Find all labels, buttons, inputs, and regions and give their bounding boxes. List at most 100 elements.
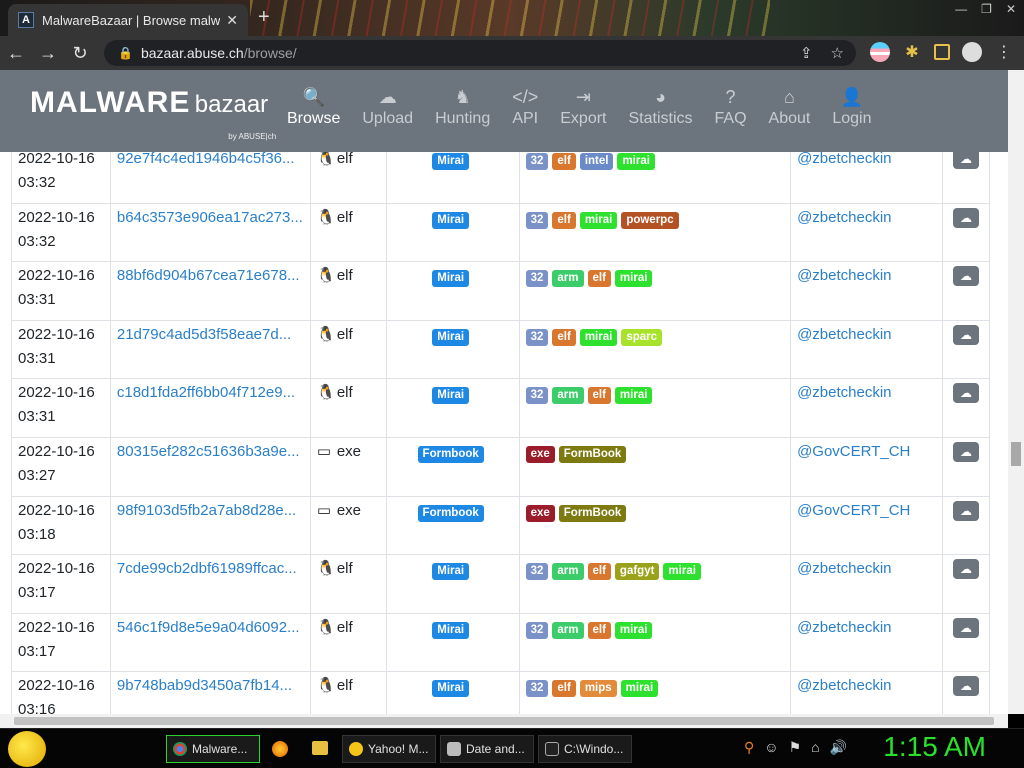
- tag-badge[interactable]: exe: [525, 445, 555, 463]
- window-close-icon[interactable]: ✕: [1006, 2, 1016, 16]
- browser-tab[interactable]: A MalwareBazaar | Browse malware ✕: [8, 4, 248, 36]
- signature-badge[interactable]: Mirai: [432, 621, 470, 639]
- taskbar-item-date-time[interactable]: Date and...: [440, 735, 534, 763]
- reporter-link[interactable]: @zbetcheckin: [790, 202, 943, 263]
- signature-badge[interactable]: Formbook: [417, 504, 484, 522]
- signature-badge[interactable]: Mirai: [432, 211, 470, 229]
- tag-badge[interactable]: 32: [525, 328, 549, 346]
- address-bar[interactable]: 🔒 bazaar.abuse.ch /browse/ ⇪ ☆: [104, 40, 856, 66]
- new-tab-icon[interactable]: +: [258, 6, 270, 29]
- folder-icon[interactable]: [312, 741, 328, 755]
- tag-badge[interactable]: mips: [579, 680, 617, 698]
- tag-badge[interactable]: mirai: [663, 563, 701, 581]
- tag-badge[interactable]: 32: [525, 680, 549, 698]
- tag-badge[interactable]: mirai: [579, 211, 618, 229]
- profile-flag-icon[interactable]: [870, 42, 890, 62]
- signature-badge[interactable]: Mirai: [432, 153, 470, 170]
- reporter-link[interactable]: @zbetcheckin: [790, 378, 943, 438]
- signature-badge[interactable]: Mirai: [432, 328, 470, 346]
- tag-badge[interactable]: gafgyt: [614, 563, 660, 581]
- tag-badge[interactable]: 32: [525, 621, 549, 639]
- tag-badge[interactable]: 32: [525, 153, 549, 170]
- nav-about[interactable]: ⌂ About: [758, 84, 822, 128]
- share-icon[interactable]: ⇪: [800, 44, 813, 62]
- vertical-scroll-thumb[interactable]: [1011, 442, 1021, 466]
- start-button-smiley-icon[interactable]: [8, 731, 46, 767]
- nav-login[interactable]: 👤 Login: [821, 84, 882, 128]
- lock-icon[interactable]: 🔒: [118, 46, 133, 60]
- download-cloud-icon[interactable]: ☁: [952, 324, 979, 345]
- tag-badge[interactable]: elf: [552, 680, 576, 698]
- sha256-link[interactable]: 9b748bab9d3450a7fb14...: [109, 671, 311, 714]
- taskbar-item-chrome[interactable]: Malware...: [166, 735, 260, 763]
- tag-badge[interactable]: FormBook: [558, 504, 627, 522]
- tag-badge[interactable]: elf: [587, 270, 611, 288]
- tag-badge[interactable]: elf: [552, 211, 576, 229]
- sha256-link[interactable]: c18d1fda2ff6bb04f712e9...: [109, 378, 311, 438]
- nav-upload[interactable]: ☁ Upload: [351, 84, 424, 128]
- reporter-link[interactable]: @GovCERT_CH: [790, 436, 943, 497]
- tag-badge[interactable]: arm: [552, 387, 584, 405]
- horizontal-scrollbar[interactable]: [0, 714, 1008, 728]
- back-icon[interactable]: ←: [0, 43, 32, 64]
- download-cloud-icon[interactable]: ☁: [952, 152, 979, 169]
- reporter-link[interactable]: @zbetcheckin: [790, 261, 943, 321]
- download-cloud-icon[interactable]: ☁: [952, 207, 979, 228]
- sha256-link[interactable]: 546c1f9d8e5e9a04d6092...: [109, 612, 311, 673]
- tag-badge[interactable]: mirai: [614, 387, 653, 405]
- download-cloud-icon[interactable]: ☁: [952, 383, 979, 404]
- download-cloud-icon[interactable]: ☁: [952, 617, 979, 638]
- sha256-link[interactable]: 80315ef282c51636b3a9e...: [109, 436, 311, 497]
- signature-badge[interactable]: Mirai: [432, 387, 470, 405]
- nav-statistics[interactable]: ◕ Statistics: [618, 84, 704, 128]
- sha256-link[interactable]: 92e7f4c4ed1946b4c5f36...: [109, 152, 311, 204]
- nav-browse[interactable]: 🔍 Browse: [276, 84, 351, 128]
- vertical-scrollbar[interactable]: [1008, 70, 1024, 714]
- signature-badge[interactable]: Mirai: [432, 680, 470, 698]
- sha256-link[interactable]: 7cde99cb2dbf61989ffcac...: [109, 554, 311, 614]
- reporter-link[interactable]: @GovCERT_CH: [790, 495, 943, 556]
- sha256-link[interactable]: 88bf6d904b67cea71e678...: [109, 261, 311, 321]
- reload-icon[interactable]: ↻: [64, 43, 96, 64]
- reporter-link[interactable]: @zbetcheckin: [790, 612, 943, 673]
- account-avatar-icon[interactable]: [962, 42, 982, 62]
- extensions-puzzle-icon[interactable]: ✱: [902, 42, 922, 62]
- menu-kebab-icon[interactable]: ⋮: [994, 42, 1014, 62]
- reporter-link[interactable]: @zbetcheckin: [790, 152, 943, 204]
- taskbar-item-cmd[interactable]: C:\Windo...: [538, 735, 632, 763]
- tag-badge[interactable]: elf: [587, 563, 611, 581]
- download-cloud-icon[interactable]: ☁: [952, 559, 979, 580]
- site-logo[interactable]: MALWARE bazaar by ABUSE|ch: [30, 86, 276, 141]
- sha256-link[interactable]: 98f9103d5fb2a7ab8d28e...: [109, 495, 311, 556]
- tab-close-icon[interactable]: ✕: [226, 12, 238, 29]
- tag-badge[interactable]: mirai: [614, 270, 653, 288]
- tag-badge[interactable]: exe: [525, 504, 555, 522]
- download-cloud-icon[interactable]: ☁: [952, 266, 979, 287]
- tag-badge[interactable]: mirai: [614, 621, 653, 639]
- reporter-link[interactable]: @zbetcheckin: [790, 671, 943, 714]
- nav-export[interactable]: ⇥ Export: [549, 84, 617, 128]
- forward-icon[interactable]: →: [32, 43, 64, 64]
- tag-badge[interactable]: arm: [552, 621, 584, 639]
- tag-badge[interactable]: mirai: [579, 328, 618, 346]
- search-tray-icon[interactable]: ⚲: [744, 739, 754, 756]
- download-cloud-icon[interactable]: ☁: [952, 676, 979, 697]
- volume-tray-icon[interactable]: 🔊: [830, 739, 847, 756]
- horizontal-scroll-thumb[interactable]: [14, 717, 994, 725]
- reporter-link[interactable]: @zbetcheckin: [790, 554, 943, 614]
- network-tray-icon[interactable]: ⚑: [789, 739, 802, 756]
- tag-badge[interactable]: 32: [525, 211, 549, 229]
- sha256-link[interactable]: 21d79c4ad5d3f58eae7d...: [109, 319, 311, 380]
- download-cloud-icon[interactable]: ☁: [952, 500, 979, 521]
- taskbar-clock[interactable]: 1:15 AM: [883, 731, 986, 763]
- signature-badge[interactable]: Formbook: [417, 445, 484, 463]
- tag-badge[interactable]: 32: [525, 563, 549, 581]
- tag-badge[interactable]: arm: [552, 270, 584, 288]
- tag-badge[interactable]: elf: [587, 387, 611, 405]
- firefox-icon[interactable]: [272, 741, 288, 757]
- minimize-icon[interactable]: —: [955, 2, 967, 16]
- nav-faq[interactable]: ? FAQ: [704, 84, 758, 128]
- tag-badge[interactable]: elf: [587, 621, 611, 639]
- reporter-link[interactable]: @zbetcheckin: [790, 319, 943, 380]
- signature-badge[interactable]: Mirai: [432, 563, 470, 581]
